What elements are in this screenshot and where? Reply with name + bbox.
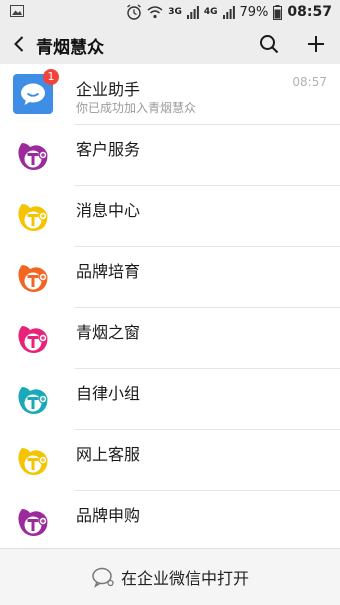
app-logo-icon <box>18 143 48 170</box>
list-item-title: 客户服务 <box>76 140 141 159</box>
app-logo-icon <box>18 387 48 414</box>
list-item-title: 品牌培育 <box>76 262 141 281</box>
wecom-icon <box>92 567 114 588</box>
list-item-title: 消息中心 <box>76 201 141 220</box>
image-notification-icon <box>10 5 24 17</box>
status-bar: 3G 4G 79% 08:57 <box>0 0 340 24</box>
list-item-message-center[interactable]: 消息中心 <box>0 186 340 247</box>
conversation-list: 1 企业助手 你已成功加入青烟慧众 08:57 客户服务 消息中心 品牌培育 青… <box>0 64 340 552</box>
battery-icon <box>273 4 283 20</box>
list-item-title: 自律小组 <box>76 384 141 403</box>
list-item-self-discipline-group[interactable]: 自律小组 <box>0 369 340 430</box>
app-logo-icon <box>18 204 48 231</box>
add-icon[interactable] <box>305 33 327 55</box>
app-logo-icon <box>18 509 48 536</box>
app-logo-icon <box>18 448 48 475</box>
list-item-title: 网上客服 <box>76 445 141 464</box>
list-item-title: 青烟之窗 <box>76 323 141 342</box>
nav-bar: 青烟慧众 <box>0 24 340 64</box>
list-item-online-service[interactable]: 网上客服 <box>0 430 340 491</box>
list-item-title: 品牌申购 <box>76 506 141 525</box>
open-in-wecom-button[interactable]: 在企业微信中打开 <box>0 549 340 605</box>
list-item-assistant[interactable]: 1 企业助手 你已成功加入青烟慧众 08:57 <box>0 64 340 125</box>
signal-strength-icon <box>186 6 199 19</box>
list-item-subtitle: 你已成功加入青烟慧众 <box>76 101 197 115</box>
list-item-brand-cultivation[interactable]: 品牌培育 <box>0 247 340 308</box>
open-in-wecom-label: 在企业微信中打开 <box>120 569 249 588</box>
status-time: 08:57 <box>287 4 332 20</box>
back-arrow-icon[interactable] <box>10 34 30 54</box>
list-item-brand-purchase[interactable]: 品牌申购 <box>0 491 340 552</box>
list-item-title: 企业助手 <box>76 80 141 99</box>
network-3g-label: 3G <box>168 7 182 17</box>
battery-percent: 79% <box>239 4 269 20</box>
app-logo-icon <box>18 326 48 353</box>
wifi-icon <box>147 6 163 19</box>
signal-strength-icon <box>222 6 235 19</box>
search-icon[interactable] <box>258 33 280 55</box>
alarm-icon <box>127 4 142 20</box>
list-item-window[interactable]: 青烟之窗 <box>0 308 340 369</box>
bottom-bar: 在企业微信中打开 <box>0 548 340 605</box>
network-4g-label: 4G <box>203 7 218 17</box>
app-logo-icon <box>18 265 48 292</box>
list-item-customer-service[interactable]: 客户服务 <box>0 125 340 186</box>
list-item-time: 08:57 <box>292 75 327 89</box>
page-title: 青烟慧众 <box>36 38 104 58</box>
unread-badge: 1 <box>43 69 59 85</box>
